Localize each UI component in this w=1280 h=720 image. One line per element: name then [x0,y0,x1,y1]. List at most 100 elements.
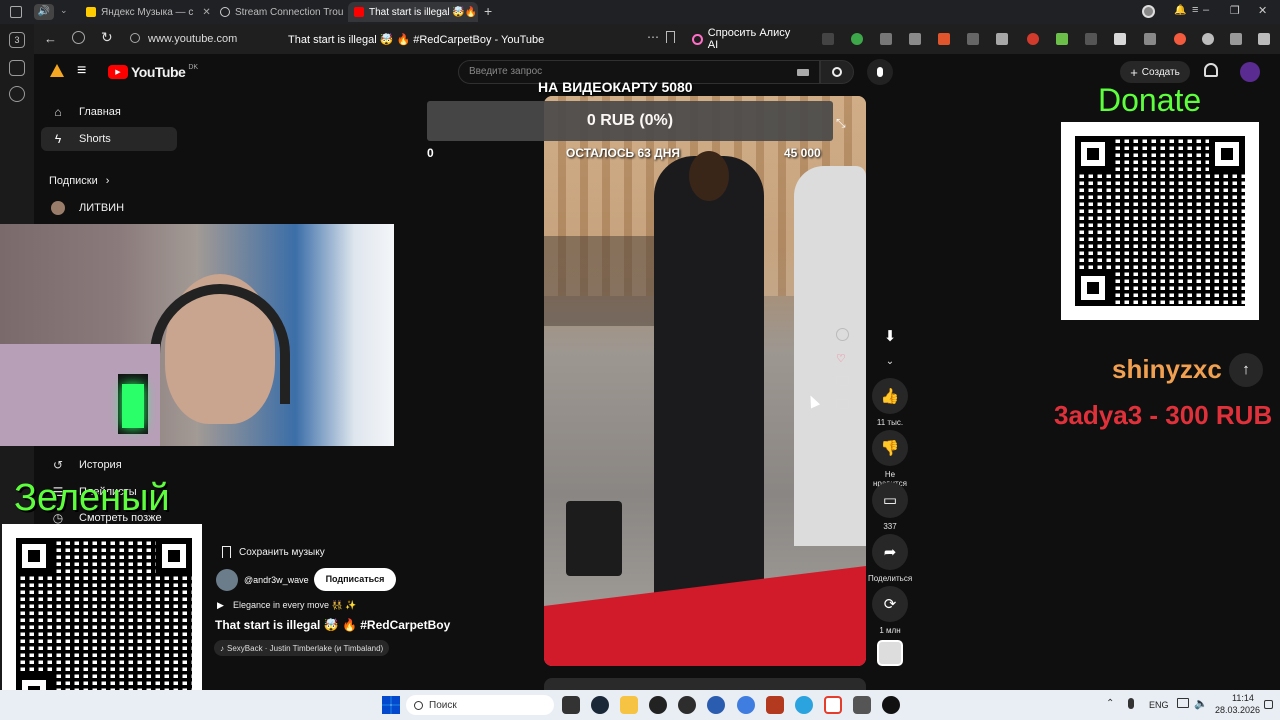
like-button[interactable]: 👍 11 тыс. [868,378,912,427]
yandex-browser-icon[interactable] [824,696,842,714]
sidebar-section-subscriptions[interactable]: Подписки › [49,175,109,187]
extension-icon[interactable] [967,33,979,45]
back-arrow-icon[interactable]: ← [44,31,57,46]
extension-icon[interactable] [1174,33,1186,45]
url-text[interactable]: www.youtube.com [148,33,237,45]
account-avatar[interactable] [1240,62,1260,82]
tab-youtube[interactable]: That start is illegal 🤯🔥 ✕ [348,2,478,22]
telegram-icon[interactable] [795,696,813,714]
download-icon[interactable] [1056,33,1068,45]
language-indicator[interactable]: ENG [1149,700,1169,710]
collections-icon[interactable] [9,60,25,76]
sound-thumbnail[interactable] [877,640,903,666]
microphone-icon[interactable] [1128,698,1134,709]
play-icon[interactable]: ▶ [217,600,224,611]
history-icon[interactable] [9,86,25,102]
windows-start-icon[interactable] [382,696,400,714]
app-icon[interactable] [737,696,755,714]
expand-chevron[interactable]: ⌄ [868,356,912,367]
extension-icon[interactable] [1202,33,1214,45]
extension-icon[interactable] [822,33,834,45]
youtube-logo[interactable]: ▶ YouTube DK [108,64,198,80]
site-info-icon[interactable] [130,33,140,43]
search-input[interactable]: Введите запрос [469,66,542,77]
scroll-top-button[interactable]: ↑ [1229,353,1263,387]
taskbar-search[interactable]: Поиск [406,695,554,715]
app-icon[interactable] [882,696,900,714]
extension-icon[interactable] [851,33,863,45]
tab-stream-connection[interactable]: Stream Connection Troubl ✕ [214,2,344,22]
extension-icon[interactable] [880,33,892,45]
keyboard-icon[interactable] [797,69,809,76]
captions-icon[interactable] [836,376,849,386]
volume-icon[interactable]: 🔈 [1194,697,1208,710]
save-music-button[interactable]: Сохранить музыку [214,541,333,563]
extension-icon[interactable] [1027,33,1039,45]
nav-down-button[interactable]: ⬇ [868,318,912,358]
app-icon[interactable] [766,696,784,714]
extension-icon[interactable] [1230,33,1242,45]
bell-icon[interactable] [1204,63,1218,77]
comments-button[interactable]: ▭ 337 [868,482,912,531]
explorer-icon[interactable] [620,696,638,714]
sidebar-item-home[interactable]: ⌂ Главная [41,100,177,124]
reload-icon[interactable]: ↻ [101,29,113,46]
side-counter-icon[interactable]: 3 [9,32,25,48]
channel-handle[interactable]: @andr3w_wave [244,575,309,585]
heart-icon[interactable]: ♡ [836,352,846,365]
app-icon[interactable] [707,696,725,714]
obs-icon[interactable] [678,696,696,714]
protect-icon[interactable] [72,31,85,44]
pip-icon[interactable] [836,399,849,409]
maximize-button[interactable]: ❐ [1230,4,1240,17]
more-icon[interactable]: ⋯ [836,420,848,434]
sidebar-toggle-icon[interactable] [10,6,22,18]
sidebar-item-shorts[interactable]: ϟ Shorts [41,127,177,151]
extension-icon[interactable] [909,33,921,45]
alice-button[interactable]: Спросить Алису AI [686,27,800,51]
sound-icon[interactable]: 🔊 [34,4,54,20]
minimize-button[interactable]: – [1203,4,1209,16]
short-title[interactable]: That start is illegal 🤯 🔥 #RedCarpetBoy [215,618,450,632]
clock-date[interactable]: 28.03.2026 [1215,705,1260,715]
sidebar-item-history[interactable]: ↺ История [41,453,177,477]
download-icon[interactable] [1258,33,1270,45]
tray-chevron-icon[interactable]: ⌃ [1106,698,1114,709]
menu-icon[interactable]: ≡ [1192,4,1198,16]
extension-icon[interactable] [1144,33,1156,45]
clock-time[interactable]: 11:14 [1232,693,1254,703]
music-chip[interactable]: ♪ SexyBack · Justin Timberlake (и Timbal… [214,640,390,656]
channel-avatar[interactable] [216,569,238,591]
expand-icon[interactable]: ⤡ [836,116,846,131]
tab-yandex-music[interactable]: Яндекс Музыка — с ✕ [80,2,210,22]
network-icon[interactable] [1177,698,1189,708]
extension-icon[interactable] [1085,33,1097,45]
extension-icon[interactable] [938,33,950,45]
short-video[interactable] [544,96,866,666]
player-settings-icon[interactable] [836,328,849,341]
tabs-menu-chevron-icon[interactable]: ⌄ [60,5,68,16]
hamburger-menu-icon[interactable]: ≡ [77,63,86,79]
extension-icon[interactable] [996,33,1008,45]
calculator-icon[interactable] [853,696,871,714]
bookmark-icon[interactable] [666,31,675,43]
voice-search-button[interactable] [867,59,893,85]
extension-icon[interactable] [1114,33,1126,45]
notification-center-icon[interactable] [1264,700,1273,709]
task-view-icon[interactable] [562,696,580,714]
dislike-button[interactable]: 👎 Не нравится [868,430,912,488]
search-button[interactable] [820,60,854,84]
sidebar-item-channel[interactable]: ЛИТВИН [41,196,177,220]
subscribe-button[interactable]: Подписаться [314,568,396,591]
notifications-icon[interactable]: 🔔 [1174,5,1186,16]
profile-avatar[interactable] [1142,5,1155,18]
new-tab-button[interactable]: + [484,3,492,19]
more-icon[interactable]: ⋯ [647,30,659,44]
next-short-preview[interactable] [544,678,866,690]
close-window-button[interactable]: ✕ [1258,4,1267,17]
share-button[interactable]: ➦ Поделиться [868,534,912,583]
app-icon[interactable] [649,696,667,714]
remix-button[interactable]: ⟳ 1 млн [868,586,912,635]
warning-icon[interactable] [50,64,64,77]
steam-icon[interactable] [591,696,609,714]
